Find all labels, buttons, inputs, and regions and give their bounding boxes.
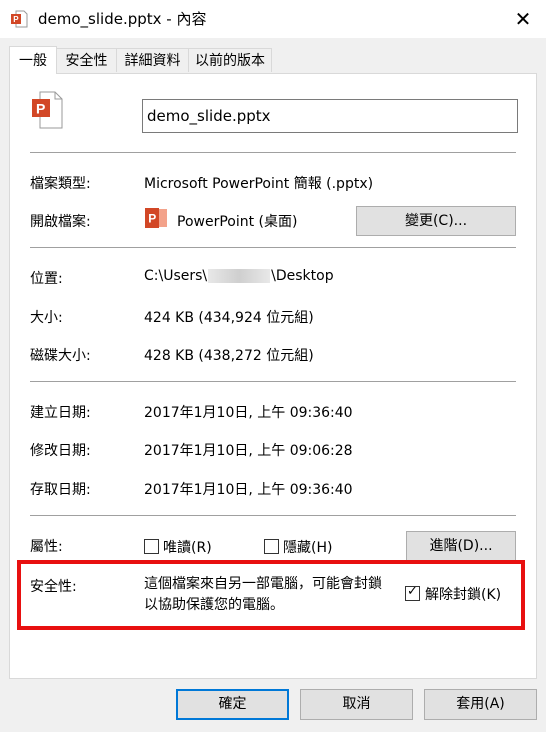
hidden-checkbox[interactable]	[264, 539, 279, 554]
accessed-value: 2017年1月10日, 上午 09:36:40	[144, 482, 353, 498]
file-type-label: 檔案類型:	[30, 176, 91, 192]
svg-text:P: P	[13, 15, 19, 24]
redacted-username	[208, 269, 271, 283]
svg-text:P: P	[148, 212, 156, 226]
file-type-value: Microsoft PowerPoint 簡報 (.pptx)	[144, 176, 374, 192]
highlight-annotation	[17, 560, 525, 630]
tab-previous-versions[interactable]: 以前的版本	[188, 48, 272, 72]
ok-button[interactable]: 確定	[176, 689, 289, 720]
size-value: 424 KB (434,924 位元組)	[144, 310, 314, 326]
window-title: demo_slide.pptx - 內容	[38, 10, 207, 28]
size-label: 大小:	[30, 310, 63, 326]
location-prefix: C:\Users\	[144, 268, 208, 284]
separator	[30, 381, 516, 382]
powerpoint-file-icon: P	[32, 91, 63, 129]
created-value: 2017年1月10日, 上午 09:36:40	[144, 405, 353, 421]
location-value: C:\Users\ \Desktop	[144, 268, 334, 284]
modified-label: 修改日期:	[30, 443, 91, 459]
readonly-label[interactable]: 唯讀(R)	[163, 537, 212, 557]
file-name-field[interactable]	[142, 99, 518, 133]
cancel-button[interactable]: 取消	[300, 689, 413, 720]
location-suffix: \Desktop	[271, 268, 334, 284]
properties-dialog: P demo_slide.pptx - 內容 ✕ 一般 安全性 詳細資料 以前的…	[0, 0, 546, 732]
title-bar[interactable]: P demo_slide.pptx - 內容 ✕	[0, 0, 546, 38]
separator	[30, 515, 516, 516]
attributes-label: 屬性:	[30, 539, 63, 555]
disk-size-value: 428 KB (438,272 位元組)	[144, 348, 314, 364]
svg-text:P: P	[36, 101, 45, 117]
apply-button[interactable]: 套用(A)	[424, 689, 537, 720]
close-icon: ✕	[514, 7, 532, 31]
opens-with-app: PowerPoint (桌面)	[177, 214, 298, 230]
tab-general[interactable]: 一般	[9, 46, 57, 74]
created-label: 建立日期:	[30, 405, 91, 421]
readonly-checkbox[interactable]	[144, 539, 159, 554]
disk-size-label: 磁碟大小:	[30, 348, 91, 364]
accessed-label: 存取日期:	[30, 482, 91, 498]
tab-details[interactable]: 詳細資料	[116, 48, 189, 72]
change-button[interactable]: 變更(C)...	[356, 206, 516, 236]
tab-security[interactable]: 安全性	[56, 48, 117, 72]
separator	[30, 152, 516, 153]
separator	[30, 247, 516, 248]
close-button[interactable]: ✕	[500, 0, 546, 38]
opens-with-label: 開啟檔案:	[30, 214, 91, 230]
powerpoint-file-icon: P	[11, 10, 28, 28]
powerpoint-app-icon: P	[145, 208, 167, 228]
location-label: 位置:	[30, 271, 63, 287]
advanced-button[interactable]: 進階(D)...	[406, 531, 516, 561]
hidden-label[interactable]: 隱藏(H)	[283, 537, 332, 557]
modified-value: 2017年1月10日, 上午 09:06:28	[144, 443, 353, 459]
